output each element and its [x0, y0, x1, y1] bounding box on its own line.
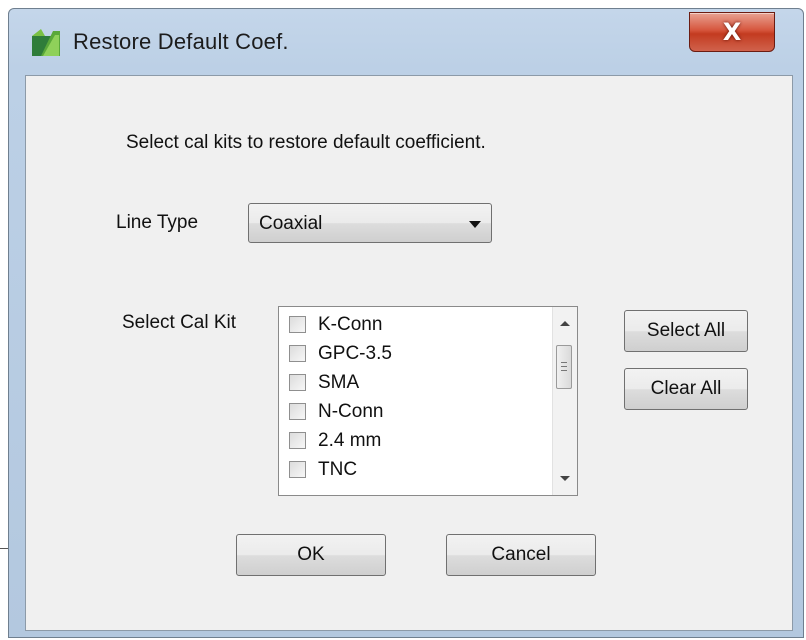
grip-line — [561, 362, 567, 363]
cancel-button[interactable]: Cancel — [446, 534, 596, 576]
checkbox-n-conn[interactable] — [289, 403, 306, 420]
list-item-label: TNC — [318, 458, 358, 480]
checkbox-gpc-3-5[interactable] — [289, 345, 306, 362]
list-item-tnc[interactable]: TNC — [289, 455, 539, 484]
list-item-gpc-3-5[interactable]: GPC-3.5 — [289, 339, 539, 368]
list-item-label: N-Conn — [318, 400, 384, 422]
close-icon: X — [722, 18, 742, 46]
list-item-label: K-Conn — [318, 313, 383, 335]
list-item-2-4-mm[interactable]: 2.4 mm — [289, 426, 539, 455]
list-item-label: 2.4 mm — [318, 429, 382, 451]
close-button[interactable]: X — [689, 12, 775, 52]
list-item-label: GPC-3.5 — [318, 342, 392, 364]
scroll-thumb[interactable] — [556, 345, 572, 389]
scroll-down-arrow-icon[interactable] — [560, 476, 570, 481]
checkbox-k-conn[interactable] — [289, 316, 306, 333]
chevron-down-icon — [469, 221, 481, 228]
title-bar[interactable]: Restore Default Coef. X — [9, 9, 803, 75]
window-title: Restore Default Coef. — [73, 29, 289, 54]
dialog-client-area: Select cal kits to restore default coeff… — [25, 75, 793, 631]
select-cal-kit-label: Select Cal Kit — [122, 312, 237, 333]
checkbox-sma[interactable] — [289, 374, 306, 391]
vertical-scrollbar[interactable] — [552, 307, 577, 495]
line-type-dropdown[interactable]: Coaxial — [248, 203, 492, 243]
checkbox-2-4-mm[interactable] — [289, 432, 306, 449]
scroll-up-arrow-icon[interactable] — [560, 321, 570, 326]
dialog-window: Restore Default Coef. X Select cal kits … — [8, 8, 804, 638]
checkbox-tnc[interactable] — [289, 461, 306, 478]
grip-line — [561, 366, 567, 367]
app-logo-icon — [32, 29, 60, 56]
instruction-text: Select cal kits to restore default coeff… — [126, 132, 486, 153]
line-type-label: Line Type — [116, 212, 199, 233]
select-all-button[interactable]: Select All — [624, 310, 748, 352]
cal-kit-listbox[interactable]: K-Conn GPC-3.5 SMA N-Conn 2.4 mm TNC — [278, 306, 578, 496]
line-type-selected-value: Coaxial — [259, 213, 323, 234]
list-item-n-conn[interactable]: N-Conn — [289, 397, 539, 426]
list-item-sma[interactable]: SMA — [289, 368, 539, 397]
grip-line — [561, 370, 567, 371]
list-item-label: SMA — [318, 371, 360, 393]
list-item-k-conn[interactable]: K-Conn — [289, 310, 539, 339]
ok-button[interactable]: OK — [236, 534, 386, 576]
clear-all-button[interactable]: Clear All — [624, 368, 748, 410]
